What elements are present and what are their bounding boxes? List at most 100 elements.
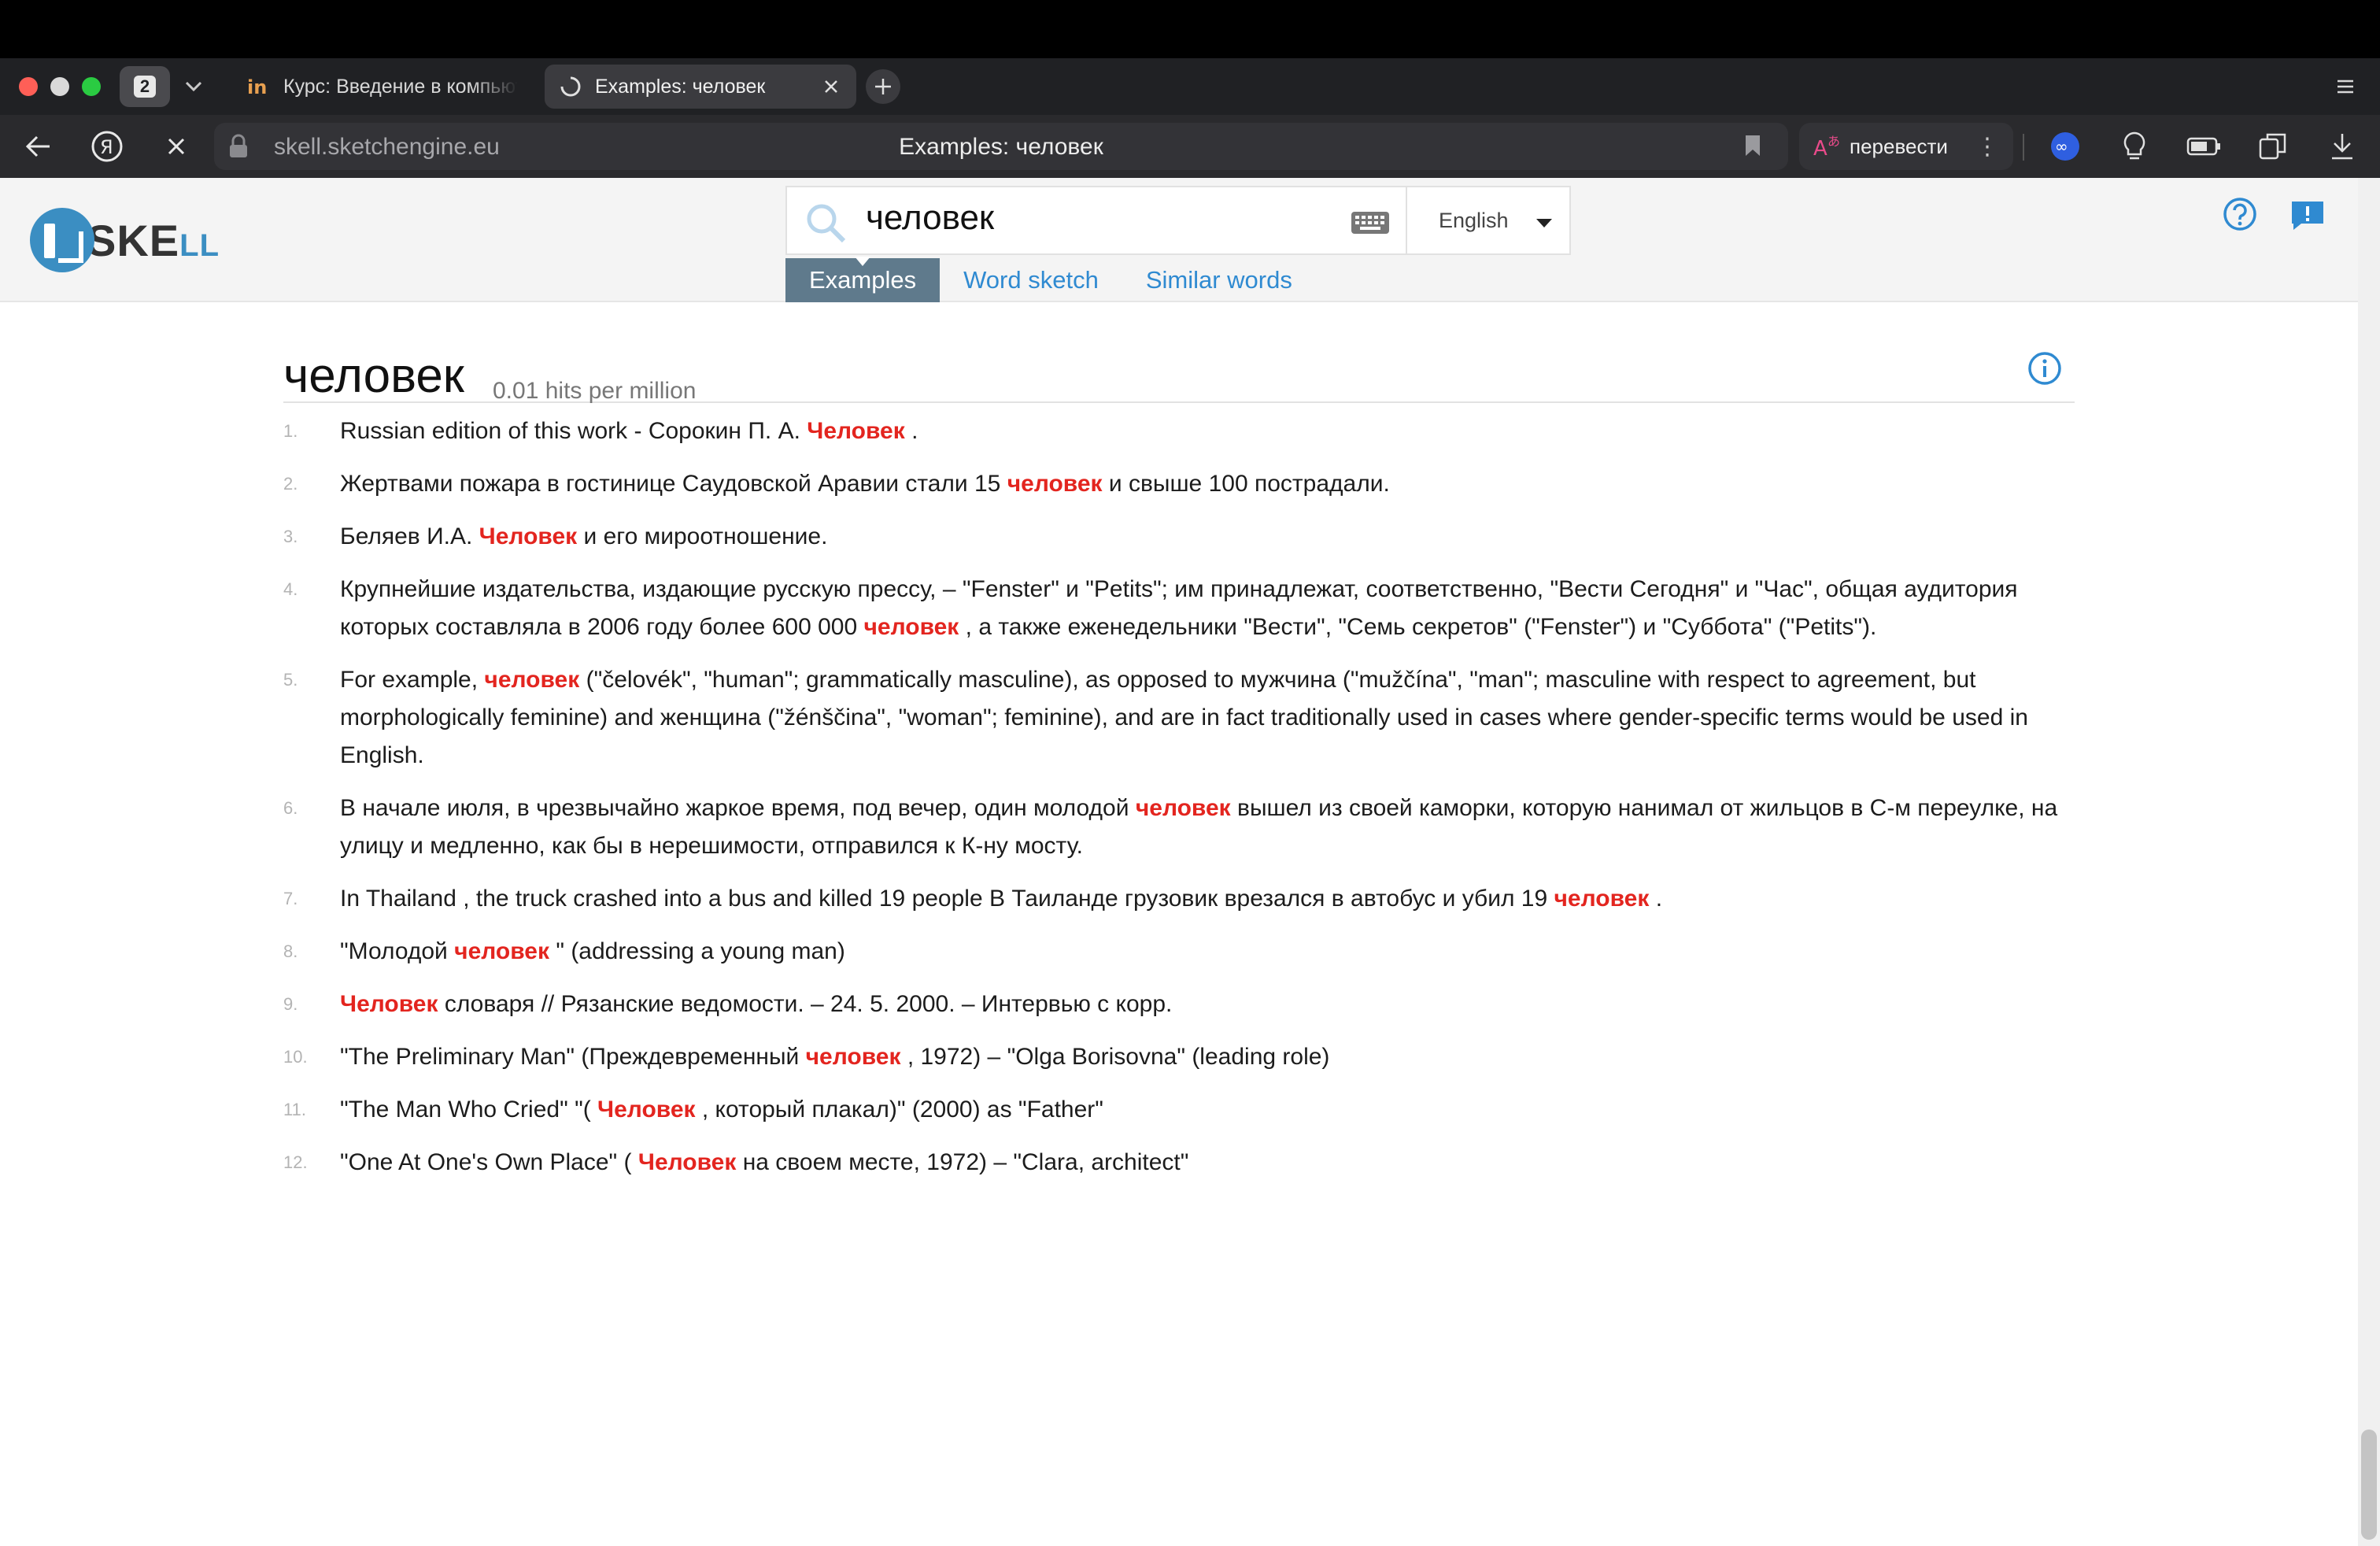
new-tab-plus-icon[interactable] <box>866 69 900 104</box>
virtual-keyboard-icon[interactable] <box>1351 211 1390 235</box>
logo-suffix: LL <box>179 227 220 263</box>
example-number: 4. <box>283 579 298 599</box>
example-text: "The Man Who Cried" "( <box>340 1097 598 1123</box>
example-item: 11. "The Man Who Cried" "( Человек , кото… <box>283 1091 2075 1129</box>
feedback-icon[interactable] <box>2290 200 2325 231</box>
example-item: 2. Жертвами пожара в гостинице Саудовской… <box>283 465 2075 503</box>
highlighted-keyword: человек <box>863 614 959 640</box>
yandex-logo-icon[interactable]: Я <box>88 128 126 165</box>
svg-text:in: in <box>247 77 267 96</box>
example-text: Russian edition of this work - Сорокин П… <box>340 418 808 444</box>
window-zoom-button[interactable] <box>82 77 101 96</box>
example-item: 5. For example, человек ("čelovék", "huma… <box>283 661 2075 775</box>
highlighted-keyword: человек <box>1135 795 1231 821</box>
search-query: человек <box>866 198 995 237</box>
search-icon <box>804 202 847 244</box>
toolbar-separator <box>2023 134 2024 161</box>
site-header: SKELL человек English Examples Word sket… <box>0 178 2358 302</box>
address-page-title: Examples: человек <box>899 134 1103 160</box>
highlighted-keyword: Человек <box>638 1149 737 1175</box>
translate-button[interactable]: Aあ перевести ⋮ <box>1799 123 2013 170</box>
tab-title: Examples: человек <box>595 75 766 98</box>
example-number: 5. <box>283 670 298 690</box>
highlighted-keyword: человек <box>805 1044 901 1070</box>
translate-icon: Aあ <box>1813 132 1842 161</box>
tab-counter-button[interactable]: 2 <box>120 66 170 107</box>
highlighted-keyword: Человек <box>479 523 578 549</box>
caret-down-icon <box>1536 219 1552 227</box>
stop-loading-close-icon[interactable] <box>157 128 195 165</box>
example-text: , а также еженедельники "Вести", "Семь с… <box>959 614 1877 640</box>
window-top-strip <box>0 0 2380 58</box>
example-text: " (addressing a young man) <box>549 938 845 964</box>
example-text: "The Preliminary Man" (Преждевременный <box>340 1044 806 1070</box>
loading-spinner-icon <box>559 75 582 98</box>
example-text: . <box>904 418 918 444</box>
bookmark-icon[interactable] <box>1744 134 1768 159</box>
translate-label: перевести <box>1850 134 1948 158</box>
example-number: 9. <box>283 994 298 1014</box>
browser-menu-icon[interactable] <box>2330 72 2361 101</box>
example-text: и его мироотношение. <box>577 523 828 549</box>
highlighted-keyword: человек <box>1554 886 1650 912</box>
example-text: "One At One's Own Place" ( <box>340 1149 638 1175</box>
svg-text:あ: あ <box>1828 134 1840 149</box>
example-number: 12. <box>283 1152 308 1172</box>
skell-logo[interactable]: SKELL <box>30 208 220 272</box>
svg-text:A: A <box>1813 137 1828 160</box>
language-select[interactable]: English <box>1407 186 1571 255</box>
results-header: человек 0.01 hits per million <box>283 332 2075 404</box>
help-question-icon[interactable] <box>2223 197 2257 231</box>
tab-examples[interactable]: Examples <box>785 257 941 302</box>
vpn-extension-icon[interactable]: ∞ <box>2046 128 2084 165</box>
download-icon[interactable] <box>2323 128 2361 165</box>
collections-icon[interactable] <box>2254 128 2292 165</box>
example-text: Жертвами пожара в гостинице Саудовской А… <box>340 471 1007 497</box>
example-item: 10. "The Preliminary Man" (Преждевременны… <box>283 1038 2075 1076</box>
address-bar[interactable]: skell.sketchengine.eu Examples: человек <box>214 123 1788 170</box>
highlighted-keyword: человек <box>454 938 549 964</box>
examples-list: 1. Russian edition of this work - Сорокин… <box>283 412 2075 1182</box>
example-text: ("čelovék", "human"; grammatically mascu… <box>340 667 2028 768</box>
battery-icon[interactable] <box>2185 128 2223 165</box>
example-number: 11. <box>283 1100 306 1119</box>
tab-similar-words[interactable]: Similar words <box>1122 258 1316 302</box>
example-text: In Thailand , the truck crashed into a b… <box>340 886 1554 912</box>
highlighted-keyword: человек <box>484 667 580 693</box>
example-text: "Молодой <box>340 938 455 964</box>
info-icon[interactable] <box>2027 351 2062 386</box>
search-input[interactable]: человек <box>785 186 1407 255</box>
example-text: Беляев И.А. <box>340 523 479 549</box>
example-item: 6. В начале июля, в чрезвычайно жаркое вр… <box>283 790 2075 865</box>
web-page: SKELL человек English Examples Word sket… <box>0 178 2380 1546</box>
example-text: , который плакал)" (2000) as "Father" <box>695 1097 1103 1123</box>
browser-tab-course[interactable]: in Курс: Введение в компьютерную лингвис… <box>233 65 532 109</box>
window-close-button[interactable] <box>19 77 38 96</box>
svg-text:Я: Я <box>100 136 113 158</box>
example-item: 4. Крупнейшие издательства, издающие русс… <box>283 571 2075 646</box>
tab-list-chevron-down-icon[interactable] <box>179 74 208 99</box>
example-item: 9. Человек словаря // Рязанские ведомости… <box>283 986 2075 1023</box>
lightbulb-icon[interactable] <box>2116 128 2153 165</box>
example-item: 7. In Thailand , the truck crashed into a… <box>283 880 2075 918</box>
tab-word-sketch[interactable]: Word sketch <box>940 258 1122 302</box>
svg-text:∞: ∞ <box>2055 137 2068 156</box>
example-text: словаря // Рязанские ведомости. – 24. 5.… <box>438 991 1173 1017</box>
tab-close-icon[interactable] <box>820 76 842 98</box>
back-arrow-icon[interactable] <box>19 128 57 165</box>
window-minimize-button[interactable] <box>50 77 69 96</box>
tab-title: Курс: Введение в компьютерную лингвистик… <box>283 75 518 98</box>
example-number: 10. <box>283 1047 308 1067</box>
example-text: For example, <box>340 667 485 693</box>
example-number: 8. <box>283 941 298 961</box>
translate-more-icon[interactable]: ⋮ <box>1975 133 1999 161</box>
page-scrollbar[interactable] <box>2358 178 2380 1546</box>
example-item: 1. Russian edition of this work - Сорокин… <box>283 412 2075 450</box>
scrollbar-thumb[interactable] <box>2361 1429 2377 1540</box>
example-text: на своем месте, 1972) – "Clara, architec… <box>736 1149 1189 1175</box>
example-number: 2. <box>283 474 298 494</box>
example-item: 8. "Молодой человек " (addressing a young… <box>283 933 2075 971</box>
example-number: 7. <box>283 889 298 908</box>
browser-tab-examples[interactable]: Examples: человек <box>545 65 856 109</box>
highlighted-keyword: человек <box>1007 471 1103 497</box>
